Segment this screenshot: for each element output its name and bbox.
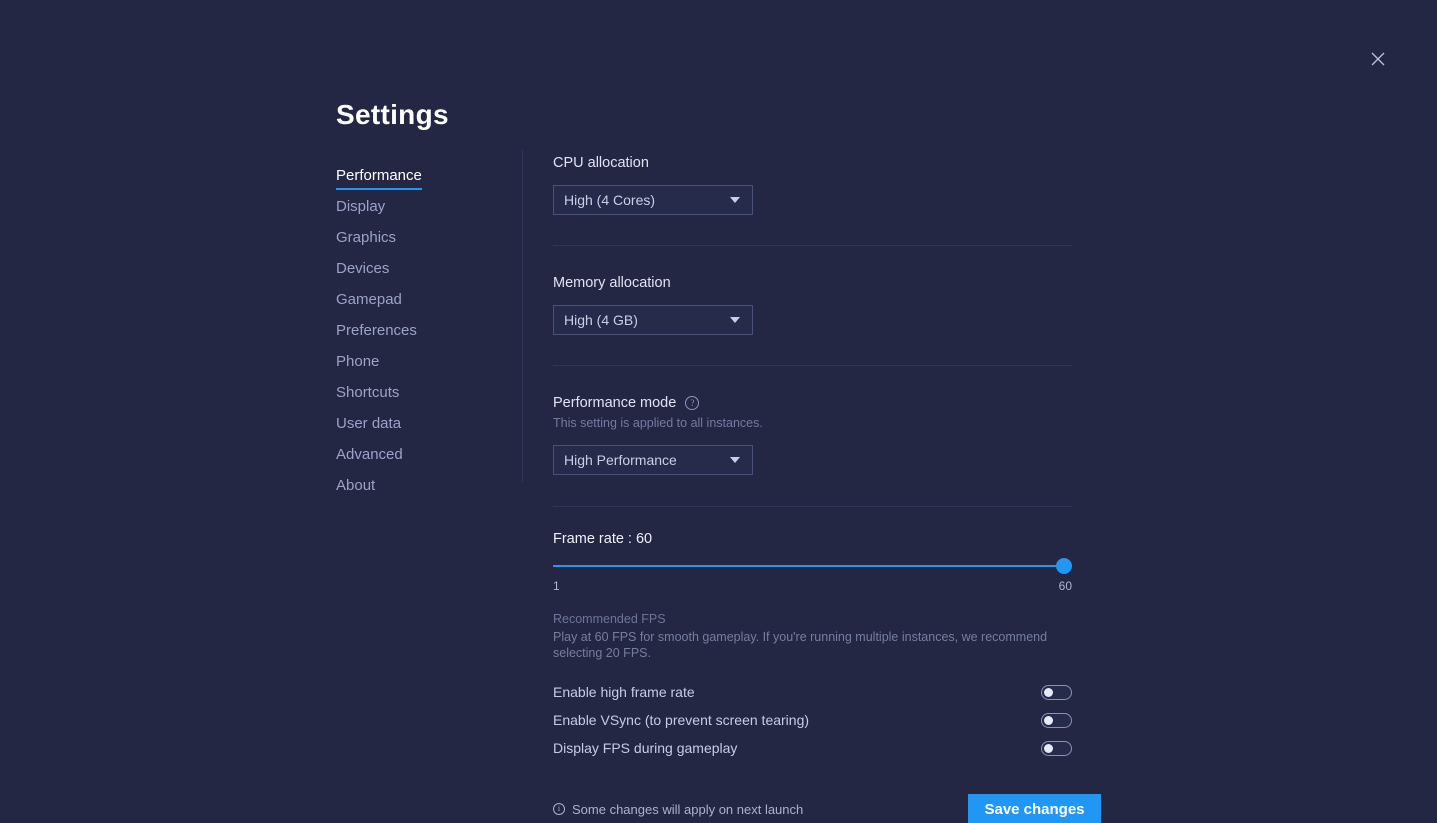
next-launch-note: i Some changes will apply on next launch: [553, 802, 803, 817]
frame-rate-title: Frame rate : 60: [553, 531, 653, 547]
memory-allocation-label: Memory allocation: [553, 275, 671, 291]
toggle-high-frame-rate[interactable]: [1041, 684, 1072, 700]
frame-rate-min-label: 1: [553, 579, 560, 593]
next-launch-note-text: Some changes will apply on next launch: [572, 801, 804, 817]
toggle-knob: [1044, 687, 1053, 697]
toggle-vsync[interactable]: [1041, 712, 1072, 728]
cpu-allocation-section: CPU allocation High (4 Cores): [553, 155, 1073, 246]
toggle-row-vsync: Enable VSync (to prevent screen tearing): [553, 706, 1072, 734]
recommended-fps-title: Recommended FPS: [553, 612, 666, 626]
sidebar-item-user-data[interactable]: User data: [336, 408, 401, 439]
sidebar-item-graphics[interactable]: Graphics: [336, 222, 396, 253]
sidebar-item-devices[interactable]: Devices: [336, 253, 389, 284]
performance-mode-label: Performance mode: [553, 395, 677, 411]
frame-rate-slider[interactable]: [553, 558, 1072, 574]
frame-rate-range-labels: 1 60: [553, 579, 1072, 593]
cpu-allocation-value: High (4 Cores): [564, 192, 656, 208]
toggle-label: Display FPS during gameplay: [553, 740, 738, 756]
page-title: Settings: [336, 99, 449, 130]
sidebar-item-preferences[interactable]: Preferences: [336, 315, 417, 346]
performance-mode-label-row: Performance mode ?: [553, 395, 1073, 411]
memory-allocation-section: Memory allocation High (4 GB): [553, 275, 1073, 366]
toggle-label: Enable VSync (to prevent screen tearing): [553, 712, 810, 728]
section-divider: [553, 365, 1072, 366]
info-icon: i: [553, 803, 565, 815]
close-icon[interactable]: [1364, 45, 1392, 73]
toggle-row-display-fps: Display FPS during gameplay: [553, 734, 1072, 762]
performance-mode-note: This setting is applied to all instances…: [553, 416, 763, 430]
sidebar-item-display[interactable]: Display: [336, 191, 385, 222]
cpu-allocation-select[interactable]: High (4 Cores): [553, 185, 753, 215]
sidebar-item-advanced[interactable]: Advanced: [336, 439, 403, 470]
performance-mode-value: High Performance: [564, 452, 677, 468]
save-changes-button[interactable]: Save changes: [968, 794, 1101, 823]
sidebar-item-shortcuts[interactable]: Shortcuts: [336, 377, 399, 408]
cpu-allocation-label: CPU allocation: [553, 155, 649, 171]
settings-window: Settings Performance Display Graphics De…: [0, 0, 1437, 823]
frame-rate-slider-handle[interactable]: [1056, 558, 1072, 574]
section-divider: [553, 506, 1072, 507]
settings-content: CPU allocation High (4 Cores) Memory all…: [553, 155, 1101, 823]
toggle-label: Enable high frame rate: [553, 684, 695, 700]
performance-mode-section: Performance mode ? This setting is appli…: [553, 395, 1073, 507]
sidebar-item-performance[interactable]: Performance: [336, 160, 422, 191]
frame-rate-slider-track[interactable]: [553, 565, 1072, 567]
memory-allocation-value: High (4 GB): [564, 312, 638, 328]
section-divider: [553, 245, 1072, 246]
toggle-row-high-frame-rate: Enable high frame rate: [553, 678, 1072, 706]
toggle-knob: [1044, 743, 1053, 753]
memory-allocation-select[interactable]: High (4 GB): [553, 305, 753, 335]
question-mark-icon[interactable]: ?: [685, 396, 700, 410]
frame-rate-section: Frame rate : 60 1 60 Recommended FPS Pla…: [553, 531, 1073, 661]
chevron-down-icon: [730, 317, 740, 323]
chevron-down-icon: [730, 197, 740, 203]
sidebar-content-divider: [522, 150, 523, 482]
toggle-display-fps[interactable]: [1041, 740, 1072, 756]
toggle-list: Enable high frame rate Enable VSync (to …: [553, 678, 1073, 762]
settings-sidebar: Performance Display Graphics Devices Gam…: [336, 160, 506, 501]
chevron-down-icon: [730, 457, 740, 463]
sidebar-item-phone[interactable]: Phone: [336, 346, 379, 377]
toggle-knob: [1044, 715, 1053, 725]
frame-rate-max-label: 60: [1058, 579, 1072, 593]
sidebar-item-about[interactable]: About: [336, 470, 375, 501]
performance-mode-select[interactable]: High Performance: [553, 445, 753, 475]
recommended-fps-text: Play at 60 FPS for smooth gameplay. If y…: [553, 630, 1048, 660]
settings-footer: i Some changes will apply on next launch…: [553, 794, 1101, 823]
sidebar-item-gamepad[interactable]: Gamepad: [336, 284, 402, 315]
